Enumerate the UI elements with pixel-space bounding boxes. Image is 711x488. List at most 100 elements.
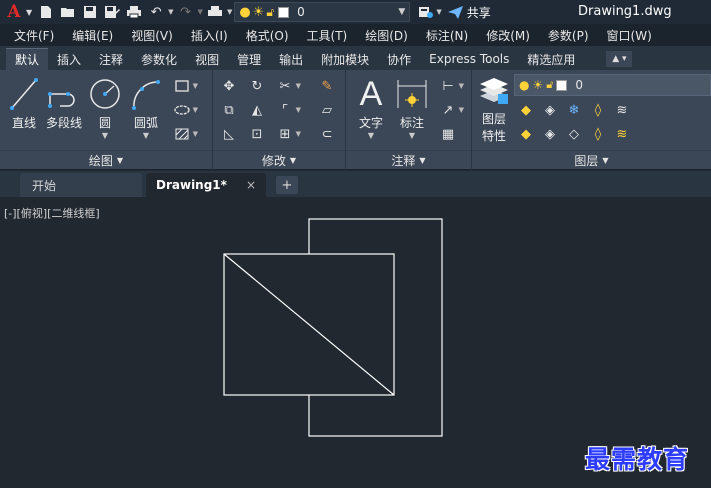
panel-layers-title[interactable]: 图层 ▼: [472, 150, 711, 170]
open-folder-icon[interactable]: [58, 2, 78, 22]
undo-dropdown-icon[interactable]: ▼: [168, 8, 173, 16]
sun-icon: ☀: [532, 78, 544, 92]
new-file-icon[interactable]: [36, 2, 56, 22]
tab-express-tools[interactable]: Express Tools: [420, 48, 518, 70]
layer-unlock-icon[interactable]: ◊: [588, 124, 608, 144]
plot-icon[interactable]: [205, 2, 225, 22]
menu-file[interactable]: 文件(F): [0, 27, 63, 44]
tab-drawing1[interactable]: Drawing1* ×: [146, 173, 266, 197]
layer-isolate-icon[interactable]: ◈: [540, 100, 560, 120]
tab-start[interactable]: 开始: [20, 173, 142, 197]
print-icon[interactable]: [124, 2, 144, 22]
menu-modify[interactable]: 修改(M): [477, 27, 539, 44]
layer-freeze-icon[interactable]: ❄: [564, 100, 584, 120]
new-tab-button[interactable]: +: [276, 176, 298, 194]
tab-default[interactable]: 默认: [6, 48, 49, 70]
panel-draw-label: 绘图: [88, 154, 113, 168]
polyline-tool-button[interactable]: 多段线: [44, 76, 84, 131]
dimension-dropdown-icon[interactable]: ▼: [409, 131, 415, 140]
workspace-dropdown-icon[interactable]: ▼: [436, 8, 441, 16]
redo-icon[interactable]: ↷: [176, 2, 196, 22]
polyline-icon: [48, 92, 75, 108]
drawing-viewport[interactable]: [-][俯视][二维线框] 最需教育: [0, 197, 711, 488]
circle-tool-button[interactable]: 圆 ▼: [88, 76, 122, 140]
tab-featured-apps[interactable]: 精选应用: [518, 48, 584, 70]
circle-icon: [90, 79, 120, 109]
layer-lock-icon[interactable]: ◊: [588, 100, 608, 120]
document-tab-bar: 开始 Drawing1* × +: [0, 171, 711, 197]
arc-dropdown-icon[interactable]: ▼: [143, 131, 149, 140]
layer-make-current-icon[interactable]: ≋: [612, 100, 632, 120]
array-icon[interactable]: ⊞ ▼: [275, 124, 301, 144]
panel-modify-title[interactable]: 修改 ▼: [213, 150, 345, 170]
menu-edit[interactable]: 编辑(E): [63, 27, 122, 44]
tab-start-label: 开始: [32, 178, 57, 193]
leader-icon[interactable]: ↗ ▼: [438, 100, 464, 120]
qat-more-icon[interactable]: ▼: [227, 8, 232, 16]
ribbon-minimize-button[interactable]: ▲ ▾: [606, 51, 633, 67]
menu-draw[interactable]: 绘图(D): [356, 27, 417, 44]
layer-thaw-icon[interactable]: ◇: [564, 124, 584, 144]
trim-icon[interactable]: ✂ ▼: [275, 76, 301, 96]
menu-window[interactable]: 窗口(W): [598, 27, 661, 44]
tab-annotate[interactable]: 注释: [90, 48, 132, 70]
table-icon[interactable]: ▦: [438, 124, 458, 144]
app-menu-arrow-icon[interactable]: ▼: [26, 8, 32, 17]
close-icon[interactable]: ×: [246, 178, 256, 192]
ellipse-icon[interactable]: ▼: [172, 100, 198, 120]
menu-insert[interactable]: 插入(I): [182, 27, 237, 44]
menu-tools[interactable]: 工具(T): [298, 27, 357, 44]
layer-match-icon[interactable]: ≋: [612, 124, 632, 144]
rectangle-icon[interactable]: ▼: [172, 76, 198, 96]
menu-view[interactable]: 视图(V): [122, 27, 182, 44]
text-dropdown-icon[interactable]: ▼: [368, 131, 374, 140]
layer-on-icon[interactable]: ◆: [516, 124, 536, 144]
fillet-icon[interactable]: ⌜ ▼: [275, 100, 301, 120]
app-logo[interactable]: A: [3, 2, 25, 22]
workspace-icon[interactable]: [416, 2, 436, 22]
text-tool-button[interactable]: A 文字 ▼: [354, 76, 388, 140]
mirror-icon[interactable]: ◭: [247, 100, 267, 120]
hatch-icon[interactable]: ▼: [172, 124, 198, 144]
menu-parametric[interactable]: 参数(P): [539, 27, 598, 44]
erase-icon[interactable]: ✎: [317, 76, 337, 96]
panel-annotation-title[interactable]: 注释 ▼: [346, 150, 471, 170]
tab-view[interactable]: 视图: [186, 48, 228, 70]
unlock-icon: 🔓︎: [546, 78, 554, 91]
tab-output[interactable]: 输出: [270, 48, 312, 70]
tab-addins[interactable]: 附加模块: [312, 48, 378, 70]
line-label: 直线: [11, 116, 36, 130]
layer-unisolate-icon[interactable]: ◈: [540, 124, 560, 144]
tab-manage[interactable]: 管理: [228, 48, 270, 70]
menu-format[interactable]: 格式(O): [237, 27, 298, 44]
menu-bar: 文件(F) 编辑(E) 视图(V) 插入(I) 格式(O) 工具(T) 绘图(D…: [0, 24, 711, 46]
dimension-tool-button[interactable]: 标注 ▼: [394, 76, 430, 140]
layer-properties-button[interactable]: 图层 特性: [476, 76, 512, 144]
share-button[interactable]: 共享: [447, 4, 491, 21]
linear-dimension-icon[interactable]: ⊢ ▼: [438, 76, 464, 96]
tab-parametric[interactable]: 参数化: [132, 48, 186, 70]
panel-draw-title[interactable]: 绘图 ▼: [0, 150, 212, 170]
arc-icon: [132, 80, 160, 110]
layer-off-icon[interactable]: ◆: [516, 100, 536, 120]
redo-dropdown-icon[interactable]: ▼: [198, 8, 203, 16]
layer-dropdown[interactable]: ● ☀ 🔓︎ 0 ▼: [234, 2, 411, 22]
tab-insert[interactable]: 插入: [48, 48, 90, 70]
save-as-icon[interactable]: [102, 2, 122, 22]
offset-icon[interactable]: ⊂: [317, 124, 337, 144]
watermark-text: 最需教育: [585, 445, 690, 474]
tab-collaborate[interactable]: 协作: [378, 48, 420, 70]
save-icon[interactable]: [80, 2, 100, 22]
layer-control-dropdown[interactable]: ● ☀ 🔓︎ 0: [514, 74, 711, 96]
circle-dropdown-icon[interactable]: ▼: [102, 131, 108, 140]
arc-tool-button[interactable]: 圆弧 ▼: [128, 76, 164, 140]
rotate-icon[interactable]: ↻: [247, 76, 267, 96]
scale-icon[interactable]: ⊡: [247, 124, 267, 144]
stretch-icon[interactable]: ◺: [219, 124, 239, 144]
line-tool-button[interactable]: 直线: [8, 76, 40, 131]
menu-dimension[interactable]: 标注(N): [417, 27, 477, 44]
copy-icon[interactable]: ⧉: [219, 100, 239, 120]
move-icon[interactable]: ✥: [219, 76, 239, 96]
undo-icon[interactable]: ↶: [146, 2, 166, 22]
explode-icon[interactable]: ▱: [317, 100, 337, 120]
